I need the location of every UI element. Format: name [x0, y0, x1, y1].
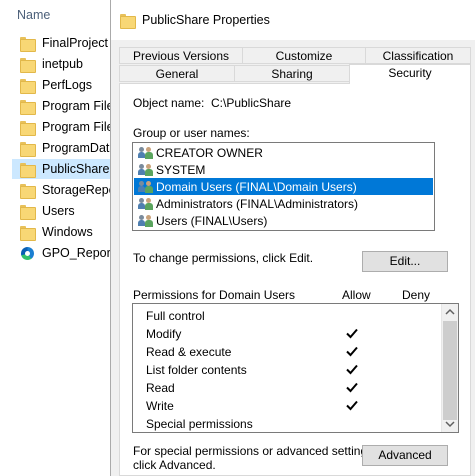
- file-list-item[interactable]: Users: [12, 201, 122, 221]
- dialog-titlebar[interactable]: PublicShare Properties: [111, 0, 475, 40]
- tab-general[interactable]: General: [119, 65, 235, 82]
- permission-row: List folder contents: [134, 361, 424, 379]
- file-list-item[interactable]: PerfLogs: [12, 75, 122, 95]
- folder-icon: [20, 99, 36, 115]
- file-list-item[interactable]: ProgramData: [12, 138, 122, 158]
- users-group-icon: [138, 146, 154, 160]
- folder-icon: [120, 14, 136, 29]
- users-group-icon: [138, 163, 154, 177]
- special-permissions-text-line1: For special permissions or advanced sett…: [133, 444, 377, 458]
- security-tab-panel: Object name: C:\PublicShare Group or use…: [119, 83, 471, 476]
- group-user-list-item[interactable]: Users (FINAL\Users): [134, 212, 433, 229]
- file-name: ProgramData: [42, 141, 117, 155]
- permission-name: Write: [146, 399, 174, 413]
- permission-row: Read: [134, 379, 424, 397]
- permission-name: Read: [146, 381, 175, 395]
- group-user-name: Administrators (FINAL\Administrators): [156, 196, 359, 211]
- object-name-value: C:\PublicShare: [211, 96, 292, 110]
- folder-icon: [20, 141, 36, 157]
- file-name: FinalProject: [42, 36, 108, 50]
- users-group-icon: [138, 214, 154, 228]
- file-name: Windows: [42, 225, 93, 239]
- folder-icon: [20, 57, 36, 73]
- group-user-list-item[interactable]: SYSTEM: [134, 161, 433, 178]
- permissions-listbox[interactable]: Full control Modify Read & execute List fol…: [132, 303, 459, 433]
- group-user-name: SYSTEM: [156, 162, 206, 177]
- file-name: inetpub: [42, 57, 84, 71]
- object-name-label: Object name:: [133, 96, 205, 110]
- group-user-list-item[interactable]: Domain Users (FINAL\Domain Users): [134, 178, 433, 195]
- users-group-icon: [138, 197, 154, 211]
- group-user-list-item[interactable]: Administrators (FINAL\Administrators): [134, 195, 433, 212]
- properties-dialog: PublicShare Properties Previous Versions…: [110, 0, 475, 476]
- scroll-thumb[interactable]: [443, 321, 457, 420]
- permission-name: Modify: [146, 327, 182, 341]
- group-user-name: Domain Users (FINAL\Domain Users): [156, 179, 357, 194]
- tab-security[interactable]: Security: [349, 64, 471, 84]
- edge-icon: [20, 246, 36, 260]
- file-list-item[interactable]: Windows: [12, 222, 122, 242]
- users-group-icon: [138, 180, 154, 194]
- allow-checkmark-icon: [346, 400, 358, 411]
- tab-sharing[interactable]: Sharing: [234, 65, 350, 82]
- edit-button[interactable]: Edit...: [362, 251, 448, 272]
- file-list-item[interactable]: PublicShare: [12, 159, 110, 179]
- permission-row: Modify: [134, 325, 424, 343]
- allow-column-header: Allow: [342, 288, 371, 302]
- advanced-button[interactable]: Advanced: [362, 445, 448, 466]
- folder-icon: [20, 225, 36, 241]
- dialog-title: PublicShare Properties: [142, 13, 270, 27]
- file-name: Users: [42, 204, 75, 218]
- name-column-header[interactable]: Name: [17, 8, 50, 22]
- group-user-list-item[interactable]: CREATOR OWNER: [134, 144, 433, 161]
- permission-name: Read & execute: [146, 345, 232, 359]
- file-name: Program Files: [42, 99, 120, 113]
- file-list-item[interactable]: GPO_Report.html: [12, 243, 122, 263]
- file-list-item[interactable]: Program Files: [12, 96, 122, 116]
- folder-icon: [20, 183, 36, 199]
- permission-name: List folder contents: [146, 363, 247, 377]
- explorer-file-list: Name FinalProject inetpub PerfLogs Program …: [0, 0, 122, 476]
- folder-icon: [20, 204, 36, 220]
- permissions-scrollbar[interactable]: [441, 304, 458, 432]
- group-user-name: Users (FINAL\Users): [156, 213, 268, 228]
- folder-icon: [20, 162, 36, 178]
- scroll-up-arrow-icon[interactable]: [442, 304, 458, 320]
- tab-classification[interactable]: Classification: [365, 47, 471, 64]
- allow-checkmark-icon: [346, 364, 358, 375]
- file-list-item[interactable]: Program Files (x86): [12, 117, 122, 137]
- permission-row: Write: [134, 397, 424, 415]
- change-permissions-text: To change permissions, click Edit.: [133, 251, 314, 265]
- folder-icon: [20, 36, 36, 52]
- deny-column-header: Deny: [402, 288, 431, 302]
- special-permissions-text-line2: click Advanced.: [133, 458, 216, 472]
- scroll-down-arrow-icon[interactable]: [442, 416, 458, 432]
- group-user-name: CREATOR OWNER: [156, 145, 263, 160]
- file-list-item[interactable]: StorageReports: [12, 180, 122, 200]
- permission-row: Full control: [134, 307, 424, 325]
- tab-customize[interactable]: Customize: [242, 47, 366, 64]
- file-name: PublicShare: [42, 162, 110, 176]
- group-or-user-names-label: Group or user names:: [133, 126, 250, 140]
- group-user-listbox[interactable]: CREATOR OWNER SYSTEM Domain Users (FINAL\D…: [132, 142, 435, 231]
- file-name: PerfLogs: [42, 78, 93, 92]
- permission-row: Read & execute: [134, 343, 424, 361]
- allow-checkmark-icon: [346, 328, 358, 339]
- folder-icon: [20, 78, 36, 94]
- folder-icon: [20, 120, 36, 136]
- permission-row: Special permissions: [134, 415, 424, 433]
- allow-checkmark-icon: [346, 382, 358, 393]
- permission-name: Special permissions: [146, 417, 253, 431]
- permissions-header: Permissions for Domain Users: [133, 288, 296, 302]
- file-list-item[interactable]: FinalProject: [12, 33, 122, 53]
- permission-name: Full control: [146, 309, 205, 323]
- file-list-item[interactable]: inetpub: [12, 54, 122, 74]
- allow-checkmark-icon: [346, 346, 358, 357]
- tab-previous-versions[interactable]: Previous Versions: [119, 47, 243, 64]
